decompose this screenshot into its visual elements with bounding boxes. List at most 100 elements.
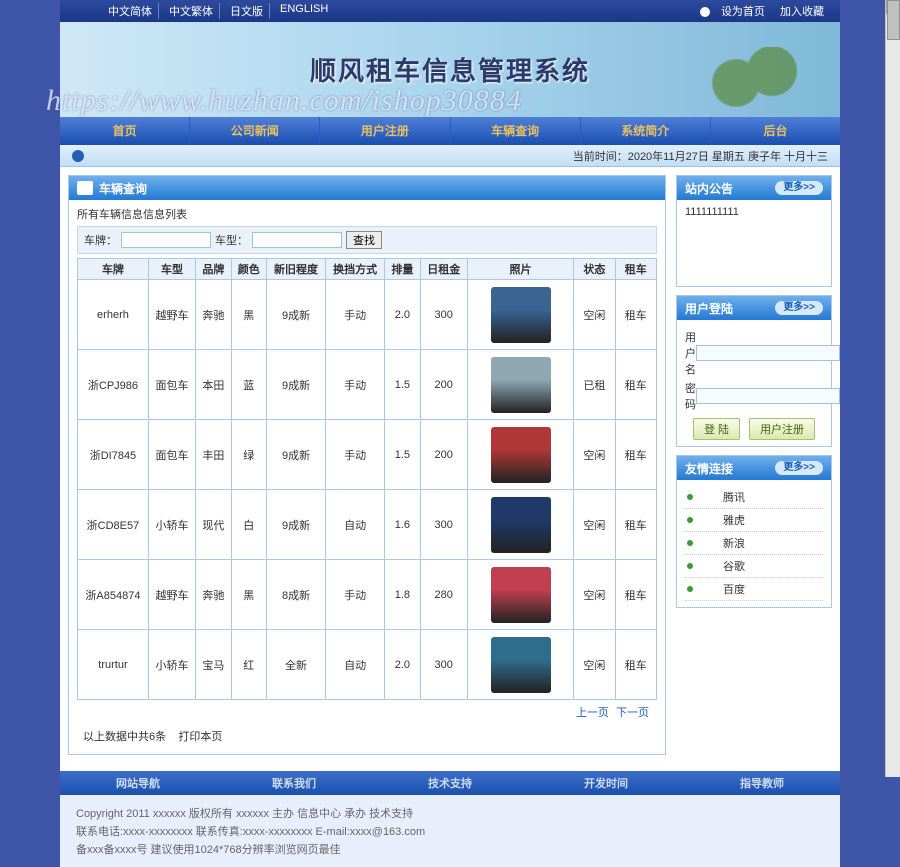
table-cell: 绿 <box>231 420 266 490</box>
pager-prev[interactable]: 上一页 <box>576 707 609 719</box>
rent-action[interactable]: 租车 <box>615 560 656 630</box>
car-photo[interactable] <box>491 637 551 693</box>
rent-action[interactable]: 租车 <box>615 350 656 420</box>
botnav-tech[interactable]: 技术支持 <box>428 775 472 791</box>
table-footer: 以上数据中共6条 打印本页 <box>77 724 657 748</box>
username-label: 用户名 <box>685 329 696 377</box>
botnav-contact[interactable]: 联系我们 <box>272 775 316 791</box>
friend-link[interactable]: 谷歌 <box>685 555 823 578</box>
table-cell <box>467 560 573 630</box>
password-label: 密码 <box>685 380 696 412</box>
table-cell: 2.0 <box>385 630 420 700</box>
search-plate-input[interactable] <box>121 232 211 248</box>
botnav-sitemap[interactable]: 网站导航 <box>116 775 160 791</box>
link-label: 谷歌 <box>723 558 745 574</box>
car-photo[interactable] <box>491 287 551 343</box>
table-cell: 手动 <box>326 420 385 490</box>
lang-en[interactable]: ENGLISH <box>274 3 334 19</box>
table-cell: 浙CD8E57 <box>78 490 149 560</box>
table-header: 换挡方式 <box>326 259 385 280</box>
login-button[interactable]: 登 陆 <box>693 418 740 440</box>
username-input[interactable] <box>696 345 840 361</box>
panel-subtitle: 所有车辆信息信息列表 <box>77 206 657 222</box>
table-cell: 9成新 <box>267 350 326 420</box>
car-photo[interactable] <box>491 567 551 623</box>
rent-action[interactable]: 租车 <box>615 420 656 490</box>
table-cell: 越野车 <box>148 560 195 630</box>
copyright: Copyright 2011 xxxxxx 版权所有 xxxxxx 主办 信息中… <box>60 795 840 867</box>
table-row: 浙A854874越野车奔驰黑8成新手动1.8280空闲租车 <box>78 560 657 630</box>
table-cell: 手动 <box>326 560 385 630</box>
table-cell: 空闲 <box>574 280 615 350</box>
table-cell: 现代 <box>196 490 231 560</box>
botnav-teacher[interactable]: 指导教师 <box>740 775 784 791</box>
search-button[interactable]: 查找 <box>346 231 382 249</box>
table-cell: 浙CPJ986 <box>78 350 149 420</box>
nav-news[interactable]: 公司新闻 <box>189 117 319 145</box>
car-photo[interactable] <box>491 427 551 483</box>
table-cell: 小轿车 <box>148 630 195 700</box>
row-count: 以上数据中共6条 <box>83 731 166 743</box>
table-cell: 8成新 <box>267 560 326 630</box>
login-more[interactable]: 更多>> <box>775 301 823 315</box>
table-row: 浙DI7845面包车丰田绿9成新手动1.5200空闲租车 <box>78 420 657 490</box>
announce-panel: 站内公告 更多>> 1111111111 <box>676 175 832 287</box>
nav-intro[interactable]: 系统简介 <box>580 117 710 145</box>
table-header: 车型 <box>148 259 195 280</box>
table-row: erherh越野车奔驰黑9成新手动2.0300空闲租车 <box>78 280 657 350</box>
pager-next[interactable]: 下一页 <box>616 707 649 719</box>
nav-car-query[interactable]: 车辆查询 <box>450 117 580 145</box>
login-panel: 用户登陆 更多>> 用户名 密码 登 陆 用户注册 <box>676 295 832 447</box>
car-photo[interactable] <box>491 497 551 553</box>
rent-action[interactable]: 租车 <box>615 630 656 700</box>
botnav-time[interactable]: 开发时间 <box>584 775 628 791</box>
lang-jp[interactable]: 日文版 <box>224 3 270 19</box>
bottom-nav: 网站导航 联系我们 技术支持 开发时间 指导教师 <box>60 771 840 795</box>
table-header: 车牌 <box>78 259 149 280</box>
links-panel: 友情连接 更多>> 腾讯雅虎新浪谷歌百度 <box>676 455 832 608</box>
car-photo[interactable] <box>491 357 551 413</box>
rent-action[interactable]: 租车 <box>615 280 656 350</box>
nav-register[interactable]: 用户注册 <box>319 117 449 145</box>
lang-zh-cn[interactable]: 中文简体 <box>102 3 159 19</box>
table-cell: trurtur <box>78 630 149 700</box>
announce-more[interactable]: 更多>> <box>775 181 823 195</box>
print-page-link[interactable]: 打印本页 <box>178 731 222 743</box>
table-cell: 浙DI7845 <box>78 420 149 490</box>
search-type-input[interactable] <box>252 232 342 248</box>
table-header: 照片 <box>467 259 573 280</box>
bullet-icon <box>687 517 693 523</box>
table-header: 排量 <box>385 259 420 280</box>
register-button[interactable]: 用户注册 <box>749 418 815 440</box>
table-cell <box>467 420 573 490</box>
rent-action[interactable]: 租车 <box>615 490 656 560</box>
link-label: 腾讯 <box>723 489 745 505</box>
table-cell: 9成新 <box>267 490 326 560</box>
table-cell: 越野车 <box>148 280 195 350</box>
time-bar: 当前时间： 2020年11月27日 星期五 庚子年 十月十三 <box>60 145 840 167</box>
table-cell: 丰田 <box>196 420 231 490</box>
scrollbar[interactable] <box>885 0 900 777</box>
scroll-thumb[interactable] <box>887 0 900 40</box>
table-header: 日租金 <box>420 259 467 280</box>
table-header: 颜色 <box>231 259 266 280</box>
friend-link[interactable]: 腾讯 <box>685 486 823 509</box>
login-title: 用户登陆 <box>685 300 733 317</box>
search-bar: 车牌： 车型： 查找 <box>77 226 657 254</box>
friend-link[interactable]: 雅虎 <box>685 509 823 532</box>
nav-admin[interactable]: 后台 <box>710 117 840 145</box>
time-label: 当前时间： <box>573 148 628 164</box>
table-cell: 200 <box>420 420 467 490</box>
friend-link[interactable]: 新浪 <box>685 532 823 555</box>
password-input[interactable] <box>696 388 840 404</box>
links-more[interactable]: 更多>> <box>775 461 823 475</box>
friend-link[interactable]: 百度 <box>685 578 823 601</box>
set-homepage-link[interactable]: 设为首页 <box>721 6 765 18</box>
add-favorite-link[interactable]: 加入收藏 <box>780 6 824 18</box>
table-cell: 黑 <box>231 560 266 630</box>
lang-zh-tw[interactable]: 中文繁体 <box>163 3 220 19</box>
table-header: 状态 <box>574 259 615 280</box>
table-cell: 白 <box>231 490 266 560</box>
table-row: trurtur小轿车宝马红全新自动2.0300空闲租车 <box>78 630 657 700</box>
nav-home[interactable]: 首页 <box>60 117 189 145</box>
